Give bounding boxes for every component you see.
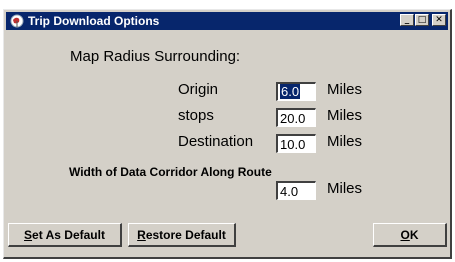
title-bar[interactable]: Trip Download Options _ □ ✕: [6, 12, 448, 30]
origin-radius-value: 6.0: [280, 84, 301, 99]
close-icon: ✕: [435, 14, 443, 25]
corridor-heading: Width of Data Corridor Along Route: [69, 165, 272, 179]
maximize-icon: □: [417, 14, 427, 25]
origin-unit-label: Miles: [327, 81, 363, 98]
trip-download-options-dialog: Trip Download Options _ □ ✕ Map Radius S…: [3, 9, 452, 259]
destination-unit-label: Miles: [327, 133, 363, 150]
ok-label: K: [409, 227, 419, 242]
stops-unit-label: Miles: [327, 107, 363, 124]
globe-icon: [10, 14, 24, 28]
set-as-default-button[interactable]: Set As Default: [8, 223, 122, 247]
stops-label: stops: [178, 107, 214, 124]
maximize-button[interactable]: □: [415, 14, 429, 26]
set-default-accel: S: [24, 227, 33, 242]
ok-button[interactable]: OK: [373, 223, 447, 247]
restore-default-accel: R: [137, 227, 146, 242]
minimize-icon: _: [404, 14, 410, 25]
minimize-button[interactable]: _: [400, 14, 414, 26]
ok-accel: O: [400, 227, 410, 242]
origin-radius-input[interactable]: 6.0: [276, 82, 316, 101]
map-radius-heading: Map Radius Surrounding:: [70, 48, 241, 65]
close-button[interactable]: ✕: [432, 14, 446, 26]
stops-radius-input[interactable]: [276, 108, 316, 127]
destination-label: Destination: [178, 133, 254, 150]
restore-default-label: estore Default: [145, 227, 226, 242]
restore-default-button[interactable]: Restore Default: [128, 223, 236, 247]
corridor-width-input[interactable]: [276, 181, 316, 200]
origin-label: Origin: [178, 81, 219, 98]
window-title: Trip Download Options: [28, 14, 160, 28]
corridor-unit-label: Miles: [327, 180, 363, 197]
set-default-label: et As Default: [32, 227, 105, 242]
destination-radius-input[interactable]: [276, 134, 316, 153]
